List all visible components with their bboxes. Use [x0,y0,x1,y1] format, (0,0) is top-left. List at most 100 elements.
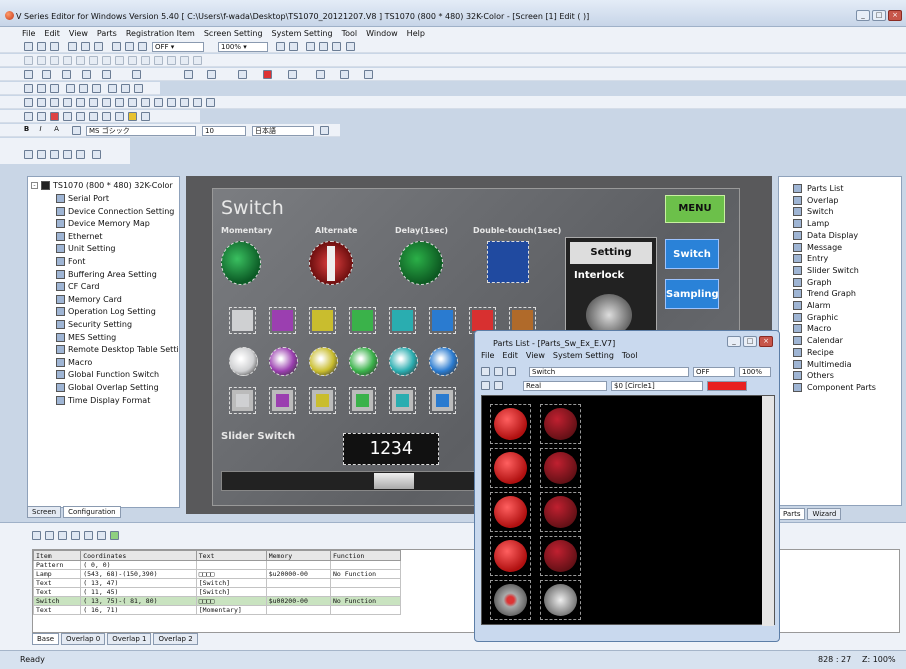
overlap-icon[interactable] [50,84,59,93]
parts-menu-file[interactable]: File [481,351,494,360]
graph-icon[interactable] [102,112,111,121]
part-thumbnail[interactable] [490,448,531,488]
grid-row[interactable]: Text( 13, 47) [Switch] [33,578,401,588]
open-icon[interactable] [37,42,46,51]
parts-shape-combo[interactable]: Real [523,381,607,391]
parts-new-icon[interactable] [481,367,490,376]
parts-icon[interactable] [184,70,193,79]
menu-file[interactable]: File [22,29,35,38]
list-view-f-icon[interactable] [97,531,106,540]
part-thumbnail[interactable] [540,536,581,576]
font-combo[interactable]: MS ゴシック [86,126,196,136]
bold-icon[interactable]: B [22,126,31,135]
tab-screen[interactable]: Screen [27,506,62,518]
list-view-a-icon[interactable] [32,531,41,540]
align-left-icon[interactable] [24,56,33,65]
part-thumbnail[interactable] [540,448,581,488]
color-round-button[interactable] [269,347,298,376]
grid-header[interactable]: Text [195,550,267,561]
cursor-icon[interactable] [154,98,163,107]
text-tool-icon[interactable] [82,70,91,79]
tab-wizard[interactable]: Wizard [807,508,842,520]
arrange-icon[interactable] [76,98,85,107]
pen-color-icon[interactable] [263,70,272,79]
page5-icon[interactable] [76,150,85,159]
save-icon[interactable] [50,42,59,51]
grid-row[interactable]: Pattern( 0, 0) [33,560,401,570]
monitor-icon[interactable] [134,84,143,93]
color-square-button[interactable] [349,307,376,334]
menu-screen-setting[interactable]: Screen Setting [204,29,263,38]
side-sampling-button[interactable]: Sampling [665,279,719,309]
paint-color-icon[interactable] [288,70,297,79]
replace-icon[interactable] [79,84,88,93]
parts-name-combo[interactable]: $0 [Circle1] [611,381,703,391]
more-icon[interactable] [92,150,101,159]
search-icon[interactable] [66,84,75,93]
parts-menu-view[interactable]: View [526,351,545,360]
parts-maximize-icon[interactable]: □ [743,336,757,347]
menu-parts[interactable]: Parts [97,29,117,38]
grid-header[interactable]: Coordinates [80,550,197,561]
same-width-icon[interactable] [115,56,124,65]
menu-tool[interactable]: Tool [342,29,358,38]
copy2-icon[interactable] [37,98,46,107]
color-bevel-button[interactable] [229,387,256,414]
grid-row[interactable]: Text( 11, 45) [Switch] [33,587,401,597]
maximize-icon[interactable]: □ [872,10,886,21]
new-icon[interactable] [24,42,33,51]
screen-icon[interactable] [24,84,33,93]
color-round-button[interactable] [309,347,338,376]
alarm-icon[interactable] [128,112,137,121]
settings-icon[interactable] [102,98,111,107]
grid-icon[interactable] [68,42,77,51]
zoom-combo[interactable]: 100% ▾ [218,42,268,52]
grid-row[interactable]: Switch( 13, 75)-( 81, 80) □□□□ $u00200-00 N… [33,596,401,606]
undo-icon[interactable] [167,98,176,107]
font-color-icon[interactable] [238,70,247,79]
menu-button[interactable]: MENU [665,195,725,223]
dot-icon[interactable] [102,70,111,79]
parts-save-icon[interactable] [507,367,516,376]
close-icon[interactable]: × [888,10,902,21]
menu-system-setting[interactable]: System Setting [272,29,333,38]
layer-icon[interactable] [141,98,150,107]
slider-track[interactable] [221,471,481,491]
list-view-g-icon[interactable] [110,531,119,540]
parts-type-combo[interactable]: Switch [529,367,689,377]
parts-close-icon[interactable]: × [759,336,773,347]
circle-icon[interactable] [62,70,71,79]
color-square-button[interactable] [229,307,256,334]
part-thumbnail[interactable] [490,536,531,576]
side-switch-button[interactable]: Switch [665,239,719,269]
tab-overlap-1[interactable]: Overlap 1 [107,633,152,645]
image-icon[interactable] [81,42,90,51]
grid-header[interactable]: Item [33,550,82,561]
redo-icon[interactable] [180,98,189,107]
align-center-icon[interactable] [37,56,46,65]
color-round-button[interactable] [229,347,258,376]
parts-zoom-combo[interactable]: 100% [739,367,771,377]
simulator-icon[interactable] [121,84,130,93]
parts-back-icon[interactable] [481,381,490,390]
multi-copy-icon[interactable] [63,98,72,107]
rectangle-icon[interactable] [42,70,51,79]
grid-header[interactable]: Function [330,550,401,561]
part-thumbnail[interactable] [490,580,531,620]
tab-parts[interactable]: Parts [778,508,806,520]
color-bevel-button[interactable] [309,387,336,414]
memory-icon[interactable] [89,98,98,107]
parts-color-combo[interactable] [707,381,747,391]
forward-icon[interactable] [306,42,315,51]
font-a-icon[interactable] [72,126,81,135]
part-thumbnail[interactable] [540,404,581,444]
font-setting-icon[interactable] [320,126,329,135]
list-icon[interactable] [319,42,328,51]
menu-registration-item[interactable]: Registration Item [126,29,195,38]
page4-icon[interactable] [63,150,72,159]
tab-overlap-0[interactable]: Overlap 0 [61,633,106,645]
parts-scrollbar[interactable] [762,396,774,626]
align-right-icon[interactable] [50,56,59,65]
menu-view[interactable]: View [69,29,88,38]
font-size-up-icon[interactable]: A [52,126,61,135]
